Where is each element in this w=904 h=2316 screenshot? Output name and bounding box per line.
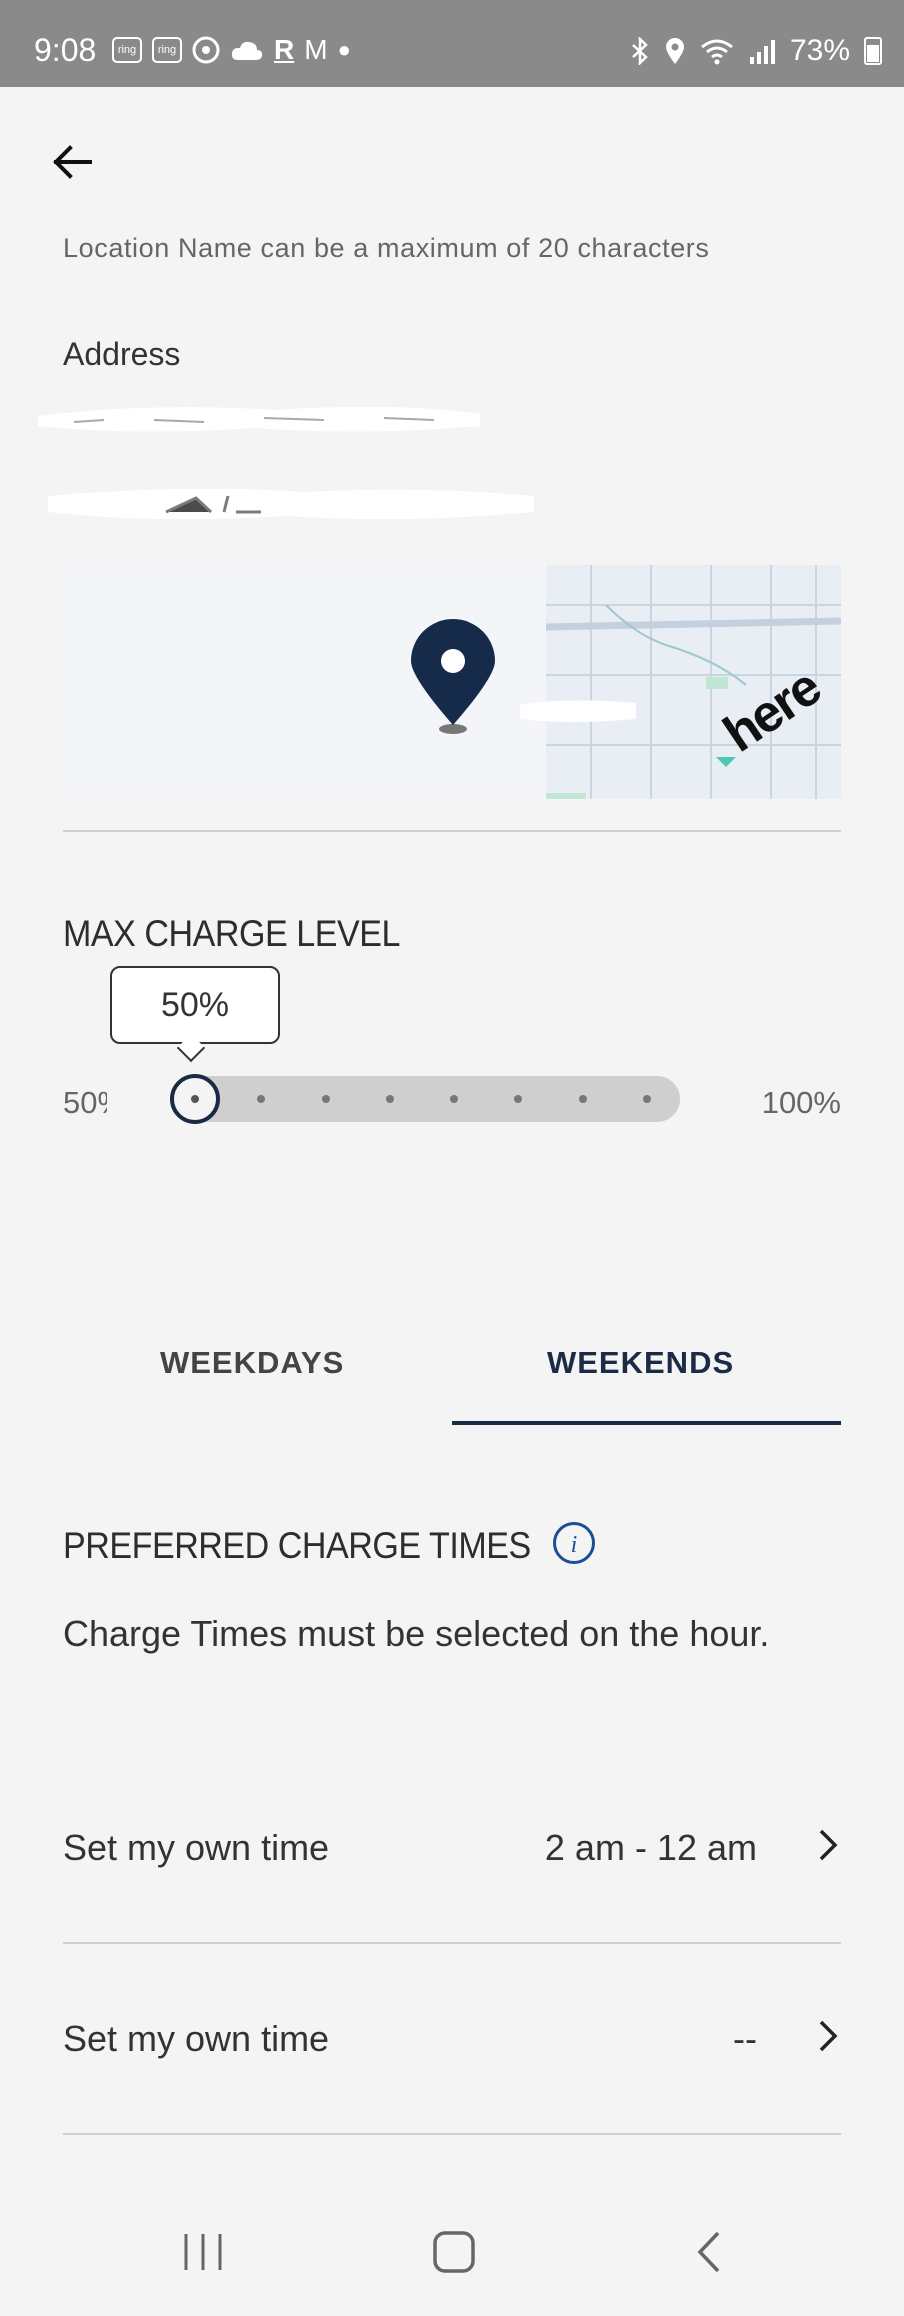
system-icons: 73%	[630, 34, 882, 68]
system-nav-bar	[0, 2190, 904, 2316]
slider-step-dot	[450, 1095, 459, 1103]
slider-step-dot	[257, 1095, 266, 1103]
charge-times-note: Charge Times must be selected on the hou…	[63, 1613, 770, 1654]
ring-icon: ring	[152, 37, 182, 63]
location-pin-icon	[411, 619, 495, 734]
location-icon	[665, 38, 684, 64]
cloud-icon	[231, 41, 263, 60]
chevron-right-icon	[819, 2020, 838, 2052]
row-time-value: 2 am - 12 am	[544, 1827, 757, 1868]
status-bar: 9:08 ring ring R M ● 73%	[0, 0, 904, 87]
charge-time-row-2[interactable]: Set my own time --	[63, 1948, 841, 2138]
info-icon[interactable]: i	[552, 1521, 596, 1565]
ring-icon: ring	[112, 37, 142, 63]
recent-apps-icon[interactable]	[178, 2230, 228, 2274]
charge-time-row-1[interactable]: Set my own time 2 am - 12 am	[63, 1757, 841, 1947]
signal-icon	[749, 40, 775, 64]
redacted-address-line-1	[38, 406, 480, 432]
slider-step-dot	[643, 1095, 651, 1103]
slider-min-label: 50%	[63, 1085, 107, 1120]
notification-icons: ring ring R M ●	[112, 36, 351, 64]
status-time: 9:08	[34, 32, 97, 68]
chevron-right-icon	[819, 1829, 838, 1861]
selected-tab-indicator	[452, 1421, 841, 1425]
gmail-icon: M	[304, 34, 328, 65]
charge-slider-track[interactable]	[172, 1076, 680, 1122]
row-divider	[63, 1942, 841, 1944]
dot-icon: ●	[337, 37, 351, 62]
wifi-icon	[701, 39, 733, 65]
row-label: Set my own time	[63, 1827, 330, 1868]
slider-step-dot	[514, 1095, 523, 1103]
address-label: Address	[63, 336, 181, 372]
arrow-left-icon[interactable]	[50, 140, 94, 184]
bluetooth-icon	[632, 37, 648, 65]
back-nav-icon[interactable]	[692, 2230, 726, 2274]
svg-text:i: i	[571, 1532, 578, 1558]
redacted-address-line-2	[48, 488, 534, 520]
row-divider	[63, 2133, 841, 2135]
slider-step-dot	[578, 1095, 587, 1103]
row-time-value: --	[733, 2018, 757, 2059]
spotify-icon	[192, 36, 220, 64]
slider-step-dot	[321, 1095, 330, 1103]
home-icon[interactable]	[432, 2230, 476, 2274]
r-icon: R	[274, 34, 295, 65]
location-name-hint: Location Name can be a maximum of 20 cha…	[63, 233, 710, 263]
charge-slider-thumb[interactable]	[170, 1074, 220, 1124]
redacted-map-label	[520, 700, 636, 722]
slider-max-label: 100%	[761, 1085, 841, 1120]
tab-weekends[interactable]: WEEKENDS	[547, 1345, 734, 1381]
location-map[interactable]: here	[63, 565, 841, 799]
map-divider	[63, 830, 841, 832]
battery-percent: 73%	[789, 34, 850, 67]
tab-weekdays[interactable]: WEEKDAYS	[160, 1345, 344, 1381]
charge-level-tooltip: 50%	[110, 966, 280, 1044]
preferred-charge-times-title: PREFERRED CHARGE TIMES	[63, 1525, 531, 1566]
battery-icon	[864, 37, 882, 65]
row-label: Set my own time	[63, 2018, 330, 2059]
max-charge-title: MAX CHARGE LEVEL	[63, 913, 400, 954]
slider-step-dot	[385, 1095, 394, 1103]
